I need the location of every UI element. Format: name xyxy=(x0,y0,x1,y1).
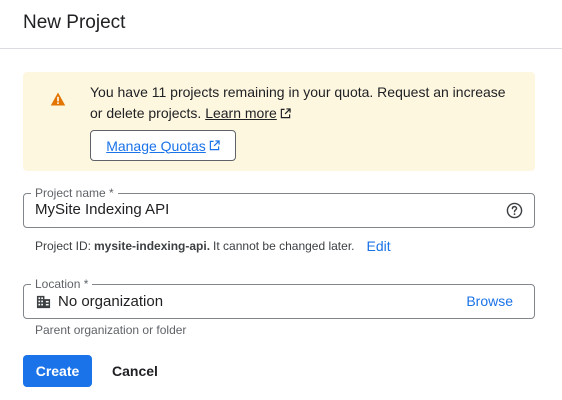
create-button[interactable]: Create xyxy=(23,355,92,387)
dialog-title: New Project xyxy=(23,12,126,33)
help-circle-icon[interactable] xyxy=(506,202,523,219)
location-helper-text: Parent organization or folder xyxy=(35,323,187,337)
external-link-icon xyxy=(280,108,291,119)
project-id-note: It cannot be changed later. xyxy=(213,239,355,253)
project-id-value: mysite-indexing-api. xyxy=(94,239,211,253)
browse-button[interactable]: Browse xyxy=(466,293,513,309)
quota-banner: You have 11 projects remaining in your q… xyxy=(23,72,535,171)
manage-quotas-label: Manage Quotas xyxy=(106,137,206,154)
cancel-button[interactable]: Cancel xyxy=(101,355,169,387)
project-id-prefix: Project ID: xyxy=(35,239,92,253)
warning-icon xyxy=(50,92,66,106)
learn-more-link[interactable]: Learn more xyxy=(205,105,291,121)
building-icon xyxy=(36,295,51,309)
quota-message: You have 11 projects remaining in your q… xyxy=(90,84,506,121)
location-label: Location * xyxy=(31,276,93,292)
project-id-row: Project ID: mysite-indexing-api. It cann… xyxy=(35,238,391,254)
location-value: No organization xyxy=(58,293,164,310)
header-divider xyxy=(0,48,562,49)
project-name-input[interactable] xyxy=(35,201,495,218)
external-link-icon xyxy=(209,140,220,151)
manage-quotas-button[interactable]: Manage Quotas xyxy=(90,130,236,161)
quota-message-block: You have 11 projects remaining in your q… xyxy=(90,82,520,124)
project-name-label: Project name * xyxy=(31,185,118,201)
learn-more-label: Learn more xyxy=(205,105,277,121)
project-name-field: Project name * xyxy=(23,185,535,228)
edit-project-id-link[interactable]: Edit xyxy=(367,238,391,254)
location-field[interactable]: Location * No organization Browse xyxy=(23,276,535,319)
